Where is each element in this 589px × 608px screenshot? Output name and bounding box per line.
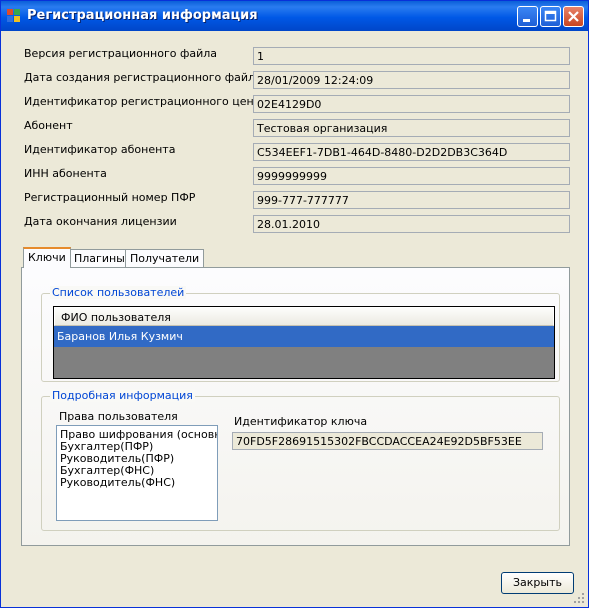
field-label-inn: ИНН абонента bbox=[24, 167, 107, 180]
window-title: Регистрационная информация bbox=[27, 8, 258, 23]
field-value-reg-center-id[interactable]: 02E4129D0 bbox=[253, 95, 570, 113]
grid-column-header-fio[interactable]: ФИО пользователя bbox=[54, 307, 554, 326]
field-value-file-version[interactable]: 1 bbox=[253, 47, 570, 65]
list-item[interactable]: Руководитель(ФНС) bbox=[57, 477, 217, 489]
tab-recipients[interactable]: Получатели bbox=[125, 249, 205, 267]
app-icon bbox=[7, 9, 21, 23]
field-label-subscriber: Абонент bbox=[24, 119, 73, 132]
title-bar[interactable]: Регистрационная информация bbox=[1, 1, 588, 31]
field-label-pfr-number: Регистрационный номер ПФР bbox=[24, 191, 196, 204]
field-value-subscriber[interactable]: Тестовая организация bbox=[253, 119, 570, 137]
tab-keys[interactable]: Ключи bbox=[23, 247, 71, 268]
minimize-icon bbox=[523, 19, 530, 22]
users-grid[interactable]: ФИО пользователя Баранов Илья Кузмич bbox=[53, 306, 555, 379]
field-label-reg-center-id: Идентификатор регистрационного центра bbox=[24, 95, 274, 108]
close-button[interactable]: Закрыть bbox=[501, 572, 574, 594]
maximize-button[interactable] bbox=[540, 6, 561, 27]
rights-listbox[interactable]: Право шифрования (основной Бухгалтер(ПФР… bbox=[56, 425, 218, 521]
users-group-title: Список пользователей bbox=[50, 286, 187, 299]
details-group: Подробная информация Права пользователя … bbox=[41, 389, 560, 531]
field-label-license-expiry: Дата окончания лицензии bbox=[24, 215, 177, 228]
field-value-inn[interactable]: 9999999999 bbox=[253, 167, 570, 185]
field-label-file-version: Версия регистрационного файла bbox=[24, 47, 218, 60]
close-icon bbox=[568, 11, 579, 22]
field-value-creation-date[interactable]: 28/01/2009 12:24:09 bbox=[253, 71, 570, 89]
users-group: Список пользователей ФИО пользователя Ба… bbox=[41, 286, 560, 382]
field-label-subscriber-id: Идентификатор абонента bbox=[24, 143, 176, 156]
resize-grip-icon[interactable] bbox=[574, 593, 585, 604]
minimize-button[interactable] bbox=[517, 6, 538, 27]
field-value-subscriber-id[interactable]: C534EEF1-7DB1-464D-8480-D2D2DB3C364D bbox=[253, 143, 570, 161]
field-label-creation-date: Дата создания регистрационного файла bbox=[24, 71, 262, 84]
table-row[interactable]: Баранов Илья Кузмич bbox=[54, 326, 554, 347]
close-window-button[interactable] bbox=[563, 6, 584, 27]
tab-panel-keys: Список пользователей ФИО пользователя Ба… bbox=[21, 267, 570, 546]
key-id-label: Идентификатор ключа bbox=[234, 415, 368, 428]
tab-plugins[interactable]: Плагины bbox=[69, 249, 130, 267]
field-value-license-expiry[interactable]: 28.01.2010 bbox=[253, 215, 570, 233]
registration-info-window: Регистрационная информация Версия регист… bbox=[0, 0, 589, 608]
maximize-icon bbox=[544, 10, 557, 22]
details-group-title: Подробная информация bbox=[50, 389, 195, 402]
rights-label: Права пользователя bbox=[59, 410, 178, 423]
key-id-value[interactable]: 70FD5F28691515302FBCCDACCEA24E92D5BF53EE bbox=[232, 432, 543, 450]
field-value-pfr-number[interactable]: 999-777-777777 bbox=[253, 191, 570, 209]
